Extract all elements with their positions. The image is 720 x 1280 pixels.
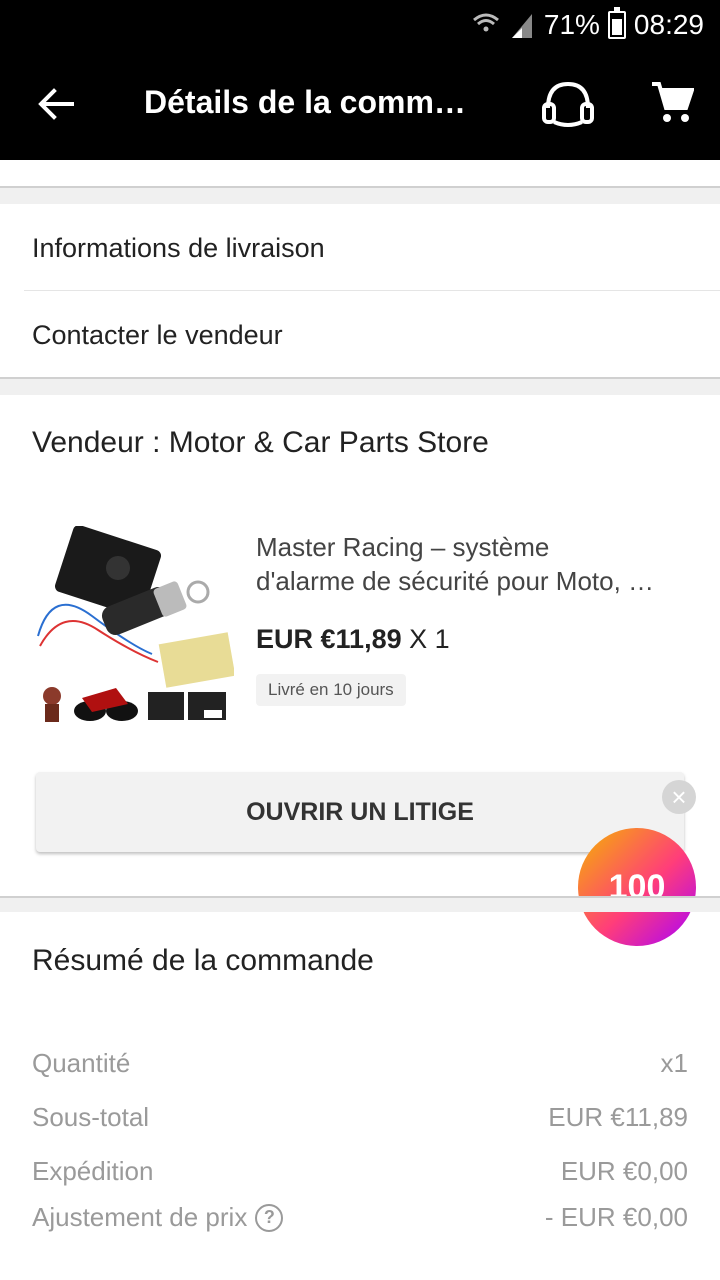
summary-value: x1 <box>660 1048 688 1078</box>
summary-row-shipping: Expédition EUR €0,00 <box>32 1156 688 1187</box>
summary-value: EUR €0,00 <box>560 1156 688 1186</box>
page-title: Détails de la comm… <box>144 84 466 120</box>
app-bar: Détails de la comm… <box>0 50 720 160</box>
contact-seller-link[interactable]: Contacter le vendeur <box>0 291 720 379</box>
product-title-line-2: d'alarme de sécurité pour Moto, … <box>256 566 655 596</box>
product-quantity: X 1 <box>409 624 450 654</box>
delivery-info-link[interactable]: Informations de livraison <box>0 204 720 292</box>
summary-label: Sous-total <box>32 1102 150 1132</box>
section-divider <box>0 186 720 204</box>
back-arrow-icon[interactable] <box>36 84 76 124</box>
section-divider <box>0 896 720 912</box>
help-icon[interactable]: ? <box>255 1203 284 1232</box>
signal-icon <box>472 13 532 38</box>
summary-label: Quantité <box>32 1048 131 1078</box>
delivery-info-label: Informations de livraison <box>32 232 325 263</box>
product-title[interactable]: Master Racing – système d'alarme de sécu… <box>256 530 686 598</box>
clock: 08:29 <box>633 9 704 40</box>
battery-percent: 71% <box>543 9 600 40</box>
product-title-line-1: Master Racing – système <box>256 532 550 562</box>
battery-icon <box>607 7 626 39</box>
close-icon[interactable]: × <box>662 780 696 814</box>
summary-label-with-help: Ajustement de prix ? <box>32 1202 284 1233</box>
summary-row-quantity: Quantité x1 <box>32 1048 688 1079</box>
summary-value: EUR €11,89 <box>548 1102 688 1132</box>
product-image[interactable] <box>32 526 234 726</box>
summary-label: Ajustement de prix <box>32 1202 248 1232</box>
summary-row-price-adjustment: Ajustement de prix ? - EUR €0,00 <box>32 1202 688 1233</box>
status-bar: 71% 08:29 <box>472 0 720 50</box>
delivery-estimate-badge: Livré en 10 jours <box>256 674 406 706</box>
summary-row-subtotal: Sous-total EUR €11,89 <box>32 1102 688 1133</box>
headset-icon[interactable] <box>540 78 596 128</box>
cart-icon[interactable] <box>650 80 694 126</box>
section-divider <box>0 377 720 395</box>
vendor-name: Vendeur : Motor & Car Parts Store <box>32 426 489 459</box>
top-bar: 71% 08:29 Détails de la comm… <box>0 0 720 160</box>
open-dispute-button[interactable]: OUVRIR UN LITIGE <box>36 772 684 852</box>
contact-seller-label: Contacter le vendeur <box>32 319 283 350</box>
coins-badge[interactable]: 100 <box>578 828 696 946</box>
product-price: EUR €11,89 <box>256 624 402 654</box>
product-price-row: EUR €11,89 X 1 <box>256 624 450 655</box>
summary-label: Expédition <box>32 1156 154 1186</box>
summary-title: Résumé de la commande <box>32 944 374 977</box>
summary-value: - EUR €0,00 <box>544 1202 688 1232</box>
